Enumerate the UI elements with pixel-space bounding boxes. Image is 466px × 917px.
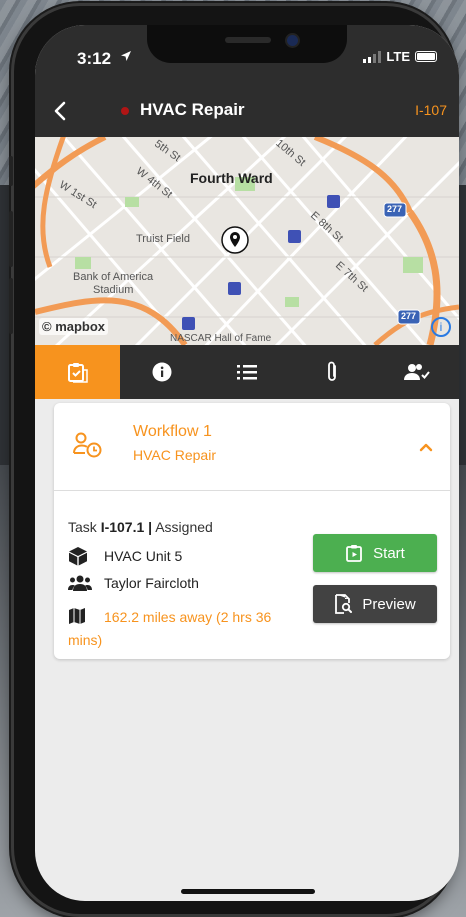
document-search-icon (335, 594, 353, 614)
distance-row: 162.2 miles away (2 hrs 36 mins) (68, 607, 303, 650)
chevron-up-icon[interactable] (416, 437, 436, 457)
tab-bar (35, 345, 459, 399)
users-group-icon (68, 575, 92, 591)
map-info-button[interactable]: i (431, 317, 451, 337)
signal-icon (363, 50, 382, 63)
back-arrow-icon[interactable] (49, 99, 73, 123)
mapbox-attribution[interactable]: © mapbox (39, 318, 109, 335)
tab-users[interactable] (374, 345, 459, 399)
speaker (225, 37, 271, 43)
asset-row: HVAC Unit 5 (68, 546, 182, 566)
start-icon (346, 545, 363, 562)
start-label: Start (373, 544, 405, 562)
map-label-truist-field: Truist Field (136, 233, 190, 245)
tab-info[interactable] (120, 345, 205, 399)
assignee-name: Taylor Faircloth (104, 575, 199, 591)
task-line: Task I-107.1 | Assigned (68, 519, 213, 535)
front-camera (287, 35, 298, 46)
volume-down-button (9, 278, 13, 334)
home-indicator[interactable] (181, 889, 315, 894)
map-streets (35, 137, 459, 345)
workflow-clock-icon (73, 432, 102, 458)
workflow-subtitle: HVAC Repair (133, 447, 216, 463)
map-label-hwy-277: 277 (387, 204, 403, 214)
workflow-title: Workflow 1 (133, 423, 212, 440)
map-view[interactable]: 5th St 10th St W 4th St W 1st St Fourth … (35, 137, 459, 345)
status-right: LTE (363, 49, 437, 64)
mute-switch (9, 156, 13, 186)
asset-name: HVAC Unit 5 (104, 548, 183, 564)
info-icon (152, 362, 172, 382)
list-icon (236, 365, 257, 380)
map-icon (69, 608, 85, 624)
box-icon (69, 547, 87, 566)
distance-text: 162.2 miles away (2 hrs 36 mins) (68, 609, 272, 648)
task-id: I-107.1 | (100, 519, 153, 535)
carrier-label: LTE (386, 49, 410, 64)
map-label-fourth-ward: Fourth Ward (190, 170, 273, 186)
app-bar: HVAC Repair I-107 (35, 87, 459, 137)
preview-label: Preview (362, 595, 416, 613)
map-label-nascar: NASCAR Hall of Fame (170, 333, 272, 344)
page-title: HVAC Repair (140, 100, 245, 119)
screen: 3:12 LTE HVAC Repair I-107 5th St 10th S… (35, 25, 459, 901)
location-arrow-icon (120, 49, 132, 65)
volume-up-button (9, 211, 13, 267)
assignee-row: Taylor Faircloth (68, 574, 199, 592)
tab-task[interactable] (35, 345, 120, 399)
task-icon (68, 363, 89, 383)
tab-list[interactable] (205, 345, 290, 399)
map-label-stadium: Stadium (93, 284, 134, 296)
preview-button[interactable]: Preview (313, 585, 437, 623)
workflow-card: Workflow 1 HVAC Repair Task I-107.1 | As… (54, 403, 450, 659)
attachment-icon (327, 361, 336, 381)
status-dot (121, 107, 129, 115)
workflow-header[interactable]: Workflow 1 HVAC Repair (54, 403, 450, 491)
map-label-hwy-277b: 277 (401, 311, 417, 321)
map-label-boa: Bank of America (73, 271, 154, 283)
notch (147, 25, 347, 63)
users-icon (403, 364, 430, 380)
work-order-code[interactable]: I-107 (415, 102, 447, 118)
task-status: Assigned (152, 519, 213, 535)
task-label: Task (68, 519, 101, 535)
status-time: 3:12 (77, 49, 112, 68)
battery-icon (415, 51, 437, 62)
phone-frame: 3:12 LTE HVAC Repair I-107 5th St 10th S… (9, 6, 459, 914)
tab-attachments[interactable] (289, 345, 374, 399)
start-button[interactable]: Start (313, 534, 437, 572)
